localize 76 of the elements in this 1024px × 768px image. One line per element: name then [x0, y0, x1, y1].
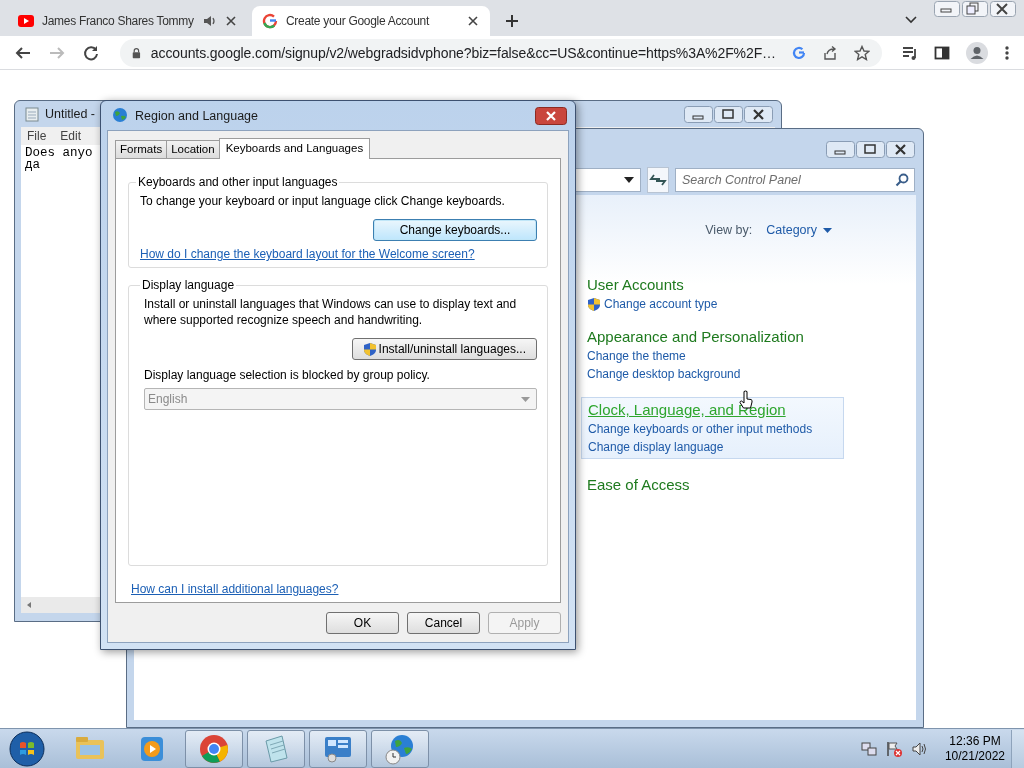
speaker-icon[interactable] [910, 740, 927, 757]
category-link[interactable]: Appearance and Personalization [587, 327, 838, 347]
task-link[interactable]: Change desktop background [587, 366, 741, 383]
globe-icon [111, 107, 129, 124]
dialog-button[interactable]: Cancel [407, 612, 480, 634]
close-button[interactable] [535, 106, 567, 125]
maximize-button[interactable] [714, 105, 743, 123]
lock-icon [132, 45, 141, 60]
url-text: accounts.google.com/signup/v2/webgradsidvphone?biz=false&cc=US&continue=https%3A%2F%2F… [150, 44, 776, 61]
side-panel-icon[interactable] [934, 44, 950, 61]
category-link[interactable]: User Accounts [587, 275, 838, 295]
restore-button[interactable] [962, 1, 988, 17]
maximize-button[interactable] [856, 140, 885, 158]
start-button[interactable] [9, 730, 45, 767]
share-icon[interactable] [822, 44, 838, 61]
help-link[interactable]: How can I install additional languages? [131, 582, 339, 596]
search-icon [895, 173, 909, 187]
tab[interactable]: Formats [115, 140, 168, 158]
menu-item[interactable]: Edit [60, 129, 82, 143]
tab-title: Create your Google Account [286, 14, 429, 28]
change-keyboards-button[interactable]: Change keyboards... [373, 219, 537, 241]
task-link[interactable]: Change the theme [587, 348, 686, 365]
description-text: Install or uninstall languages that Windows can use to display text and where supported recognize speech and handwriting. [144, 296, 518, 328]
help-link[interactable]: How do I change the keyboard layout for the Welcome screen? [140, 247, 475, 261]
clock-time: 12:36 PM [949, 733, 1001, 749]
window-title: Untitled - [45, 107, 96, 121]
close-button[interactable] [990, 1, 1016, 17]
install-languages-button[interactable]: Install/uninstall languages... [351, 338, 537, 360]
view-by-dropdown[interactable]: Category [766, 223, 832, 237]
new-tab-icon[interactable] [504, 13, 520, 29]
media-list-icon[interactable] [902, 44, 918, 61]
dropdown-arrow-icon [624, 177, 634, 183]
tab[interactable]: Keyboards and Languages [218, 138, 371, 159]
star-icon[interactable] [854, 44, 870, 61]
browser-tab[interactable]: Create your Google Account [252, 6, 490, 36]
scroll-left-icon [25, 601, 33, 609]
notepad-icon [25, 106, 39, 122]
google-icon [262, 13, 278, 29]
description-text: To change your keyboard or input language click Change keyboards. [140, 193, 506, 209]
task-link[interactable]: Change keyboards or other input methods [588, 421, 813, 438]
address-bar[interactable]: accounts.google.com/signup/v2/webgradsidvphone?biz=false&cc=US&continue=https%3A%2F%2F… [120, 38, 882, 67]
close-icon[interactable] [466, 14, 480, 28]
browser-tab[interactable]: James Franco Shares Tommy [8, 6, 246, 36]
menu-item[interactable]: File [27, 129, 47, 143]
policy-note: Display language selection is blocked by group policy. [144, 368, 431, 382]
shield-icon [362, 341, 377, 357]
close-button[interactable] [744, 105, 773, 123]
dialog-button[interactable]: OK [326, 612, 399, 634]
category-link[interactable]: Ease of Access [587, 475, 838, 495]
network-icon[interactable] [860, 740, 877, 757]
window-title: Region and Language [135, 108, 259, 123]
close-icon[interactable] [223, 14, 238, 28]
clock-date: 10/21/2022 [944, 748, 1005, 764]
dropdown-arrow-icon [521, 396, 530, 402]
group-label: Keyboards and other input languages [137, 175, 339, 189]
view-by-label: View by: [705, 223, 753, 237]
minimize-button[interactable] [826, 140, 855, 158]
clock[interactable]: 12:36 PM 10/21/2022 [944, 733, 1005, 764]
text-line: Does anyo [25, 147, 93, 159]
menu-icon[interactable] [1004, 44, 1010, 61]
tab-title: James Franco Shares Tommy [42, 14, 194, 28]
tab[interactable]: Location [166, 140, 220, 158]
close-button[interactable] [886, 140, 915, 158]
search-field[interactable]: Search Control Panel [675, 168, 915, 192]
caret-icon [823, 227, 832, 233]
action-center-flag-icon[interactable] [884, 739, 903, 758]
profile-icon[interactable] [966, 41, 988, 64]
video-icon [18, 13, 34, 29]
reload-button[interactable] [82, 43, 100, 62]
google-icon [792, 45, 806, 60]
group-label: Display language [141, 278, 236, 292]
minimize-button[interactable] [684, 105, 713, 123]
text-line: да [25, 159, 40, 171]
task-link[interactable]: Change account type [604, 296, 718, 313]
task-link[interactable]: Change display language [588, 439, 724, 456]
refresh-button[interactable] [647, 167, 669, 193]
